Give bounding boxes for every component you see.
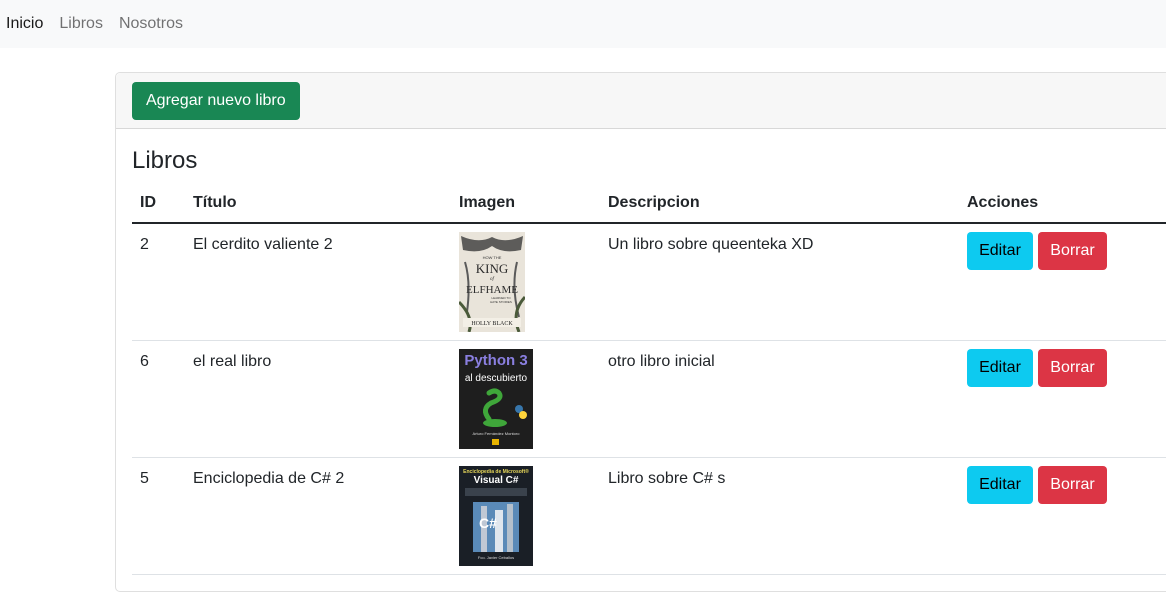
edit-button[interactable]: Editar	[967, 232, 1033, 270]
cover-line3: C#	[479, 515, 497, 531]
nav-nosotros[interactable]: Nosotros	[119, 15, 183, 33]
cover-line1: HOW THE	[483, 255, 502, 260]
cell-description: Libro sobre C# s	[600, 457, 959, 575]
cell-image: Python 3 al descubierto Arturo Fernández…	[451, 340, 600, 458]
cover-author: HOLLY BLACK	[471, 321, 513, 327]
table-row: 2 El cerdito valiente 2 HOW THE KING of …	[132, 223, 1166, 341]
nav-inicio[interactable]: Inicio	[6, 15, 43, 33]
col-header-image: Imagen	[451, 183, 600, 224]
cell-title: El cerdito valiente 2	[185, 223, 451, 341]
card-header: Agregar nuevo libro	[116, 73, 1166, 129]
cell-id: 2	[132, 223, 185, 341]
cell-image: Enciclopedia de Microsoft® Visual C# C# …	[451, 457, 600, 575]
book-cover-fantasy: HOW THE KING of ELFHAME LEARNED TO HATE …	[459, 232, 525, 332]
cell-description: Un libro sobre queenteka XD	[600, 223, 959, 341]
delete-button[interactable]: Borrar	[1038, 349, 1107, 387]
cover-line4: ELFHAME	[466, 284, 518, 296]
cell-actions: Editar Borrar	[959, 223, 1166, 341]
books-table: ID Título Imagen Descripcion Acciones 2 …	[132, 183, 1166, 575]
cover-line1: Python 3	[464, 352, 527, 369]
navbar: Inicio Libros Nosotros	[0, 0, 1166, 48]
cover-line2: Visual C#	[474, 475, 519, 486]
cover-line1: Enciclopedia de Microsoft®	[463, 468, 529, 475]
cell-id: 5	[132, 457, 185, 575]
book-cover-csharp: Enciclopedia de Microsoft® Visual C# C# …	[459, 466, 533, 566]
book-cover-python: Python 3 al descubierto Arturo Fernández…	[459, 349, 533, 449]
table-header-row: ID Título Imagen Descripcion Acciones	[132, 183, 1166, 224]
col-header-id: ID	[132, 183, 185, 224]
books-card: Agregar nuevo libro Libros ID Título Ima…	[115, 72, 1166, 592]
cell-title: el real libro	[185, 340, 451, 458]
page-title: Libros	[132, 147, 198, 174]
cell-id: 6	[132, 340, 185, 458]
cell-image: HOW THE KING of ELFHAME LEARNED TO HATE …	[451, 223, 600, 341]
col-header-actions: Acciones	[959, 183, 1166, 224]
cover-line6: HATE STORIES	[490, 300, 512, 304]
cell-description: otro libro inicial	[600, 340, 959, 458]
col-header-description: Descripcion	[600, 183, 959, 224]
delete-button[interactable]: Borrar	[1038, 466, 1107, 504]
table-row: 5 Enciclopedia de C# 2 Enciclopedia de M…	[132, 457, 1166, 575]
cell-actions: Editar Borrar	[959, 457, 1166, 575]
add-book-button[interactable]: Agregar nuevo libro	[132, 81, 300, 120]
table-row: 6 el real libro Python 3 al descubierto …	[132, 340, 1166, 458]
edit-button[interactable]: Editar	[967, 349, 1033, 387]
cover-author: Arturo Fernández Montoro	[473, 431, 521, 436]
cover-line3: of	[490, 277, 495, 282]
cover-line2: al descubierto	[465, 373, 528, 384]
cover-author: Fco. Javier Ceballos	[478, 555, 514, 560]
cell-actions: Editar Borrar	[959, 340, 1166, 458]
cell-title: Enciclopedia de C# 2	[185, 457, 451, 575]
cover-line2: KING	[476, 261, 509, 276]
nav-libros[interactable]: Libros	[59, 15, 103, 33]
edit-button[interactable]: Editar	[967, 466, 1033, 504]
col-header-title: Título	[185, 183, 451, 224]
delete-button[interactable]: Borrar	[1038, 232, 1107, 270]
